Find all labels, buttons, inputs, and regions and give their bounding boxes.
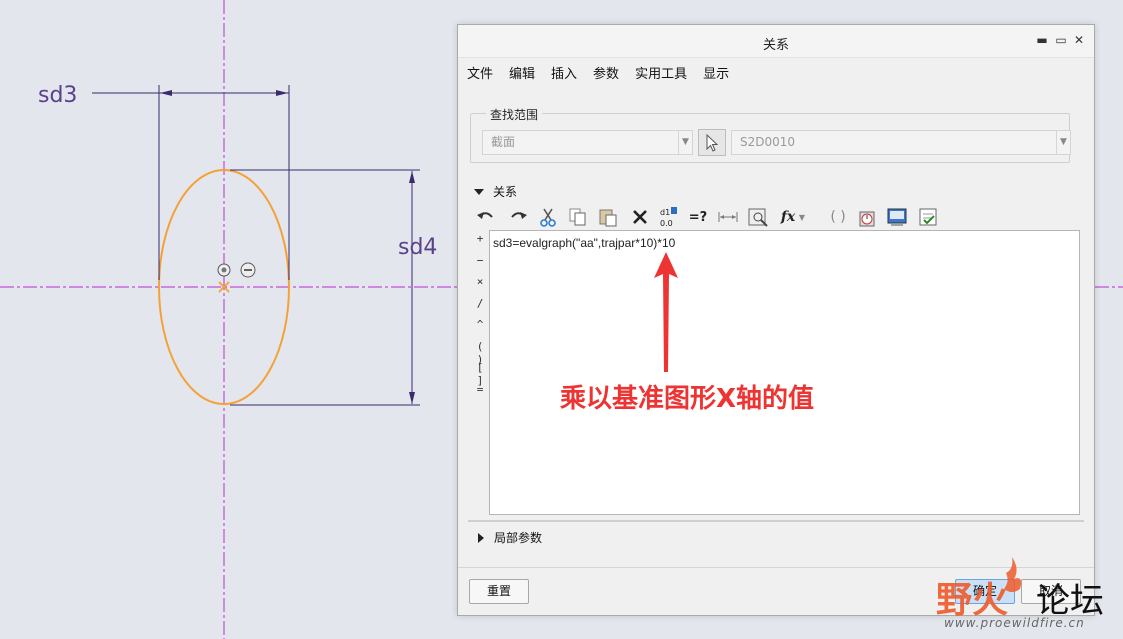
watermark-text-secondary: 论坛	[1036, 581, 1104, 621]
delete-icon[interactable]	[628, 205, 652, 229]
local-params-section-header[interactable]: 局部参数	[478, 529, 542, 546]
menu-utilities[interactable]: 实用工具	[635, 63, 687, 82]
svg-text:d1: d1	[660, 208, 670, 217]
concentric-constraint-icon[interactable]	[217, 263, 231, 277]
operator-minus[interactable]: −	[472, 254, 488, 276]
dialog-titlebar[interactable]: 关系 ▬ ▭ ✕	[458, 25, 1094, 58]
relations-editor[interactable]: sd3=evalgraph("aa",trajpar*10)*10	[489, 230, 1080, 515]
relations-section-label: 关系	[493, 185, 518, 199]
copy-icon[interactable]	[566, 205, 590, 229]
verify-icon[interactable]	[916, 205, 940, 229]
scope-object-value: S2D0010	[740, 135, 796, 149]
operator-divide[interactable]: /	[472, 297, 488, 319]
operator-multiply[interactable]: ×	[472, 275, 488, 297]
menu-display[interactable]: 显示	[703, 63, 729, 82]
section-divider	[468, 520, 1084, 522]
execute-icon[interactable]	[886, 205, 910, 229]
insert-dimension-icon[interactable]	[716, 205, 740, 229]
operator-parentheses[interactable]: ( )	[472, 340, 488, 366]
operator-palette: + − × / ^ ( ) [ ] =	[472, 232, 488, 404]
relations-section-header[interactable]: 关系	[474, 183, 517, 200]
menu-parameters[interactable]: 参数	[593, 63, 619, 82]
svg-text:0.0: 0.0	[660, 219, 673, 228]
local-params-label: 局部参数	[494, 531, 543, 545]
sd3-arrow-right	[276, 90, 288, 96]
insert-parameter-icon[interactable]: ( )	[826, 205, 850, 229]
annotation-text: 乘以基准图形X轴的值	[560, 384, 815, 414]
maximize-icon[interactable]: ▭	[1054, 33, 1068, 47]
switch-display-icon[interactable]: d1 0.0	[656, 205, 680, 229]
minimize-icon[interactable]: ▬	[1035, 33, 1049, 47]
sd3-dimension-label[interactable]: sd3	[38, 83, 77, 108]
operator-plus[interactable]: +	[472, 232, 488, 254]
watermark-url: www.proewildfire.cn	[944, 616, 1085, 630]
chevron-down-icon[interactable]: ▼	[1056, 131, 1070, 154]
sd3-arrow-left	[160, 90, 172, 96]
reset-button[interactable]: 重置	[469, 579, 529, 604]
scope-type-dropdown[interactable]: 截面 ▼	[482, 130, 693, 155]
horizontal-constraint-icon[interactable]	[240, 262, 256, 278]
cut-icon[interactable]	[536, 205, 560, 229]
collapse-triangle-icon	[474, 188, 484, 195]
operator-power[interactable]: ^	[472, 318, 488, 340]
relation-line[interactable]: sd3=evalgraph("aa",trajpar*10)*10	[493, 236, 675, 250]
select-pointer-button[interactable]	[698, 129, 726, 156]
scope-object-dropdown[interactable]: S2D0010 ▼	[731, 130, 1071, 155]
expand-triangle-icon	[478, 532, 484, 543]
sd4-arrow-bottom	[409, 392, 415, 404]
menu-insert[interactable]: 插入	[551, 63, 577, 82]
paste-icon[interactable]	[596, 205, 620, 229]
sort-icon[interactable]	[856, 205, 880, 229]
show-units-icon[interactable]	[746, 205, 770, 229]
menu-bar: 文件 编辑 插入 参数 实用工具 显示	[458, 58, 1094, 86]
dialog-title: 关系	[762, 38, 789, 53]
scope-type-value: 截面	[491, 135, 516, 149]
sd4-arrow-top	[409, 171, 415, 183]
chevron-down-icon[interactable]: ▼	[796, 205, 808, 229]
undo-icon[interactable]	[474, 205, 498, 229]
watermark-logo: 野火 论坛 www.proewildfire.cn	[930, 555, 1120, 635]
sd4-dimension-label[interactable]: sd4	[398, 235, 437, 260]
redo-icon[interactable]	[506, 205, 530, 229]
search-scope-label: 查找范围	[486, 106, 543, 123]
relations-dialog: 关系 ▬ ▭ ✕ 文件 编辑 插入 参数 实用工具 显示 查找范围 截面 ▼ S…	[457, 24, 1095, 616]
evaluate-icon[interactable]: =?	[686, 205, 710, 229]
menu-edit[interactable]: 编辑	[509, 63, 535, 82]
operator-equals[interactable]: =	[472, 383, 488, 405]
close-icon[interactable]: ✕	[1072, 33, 1086, 47]
cursor-arrow-icon	[706, 133, 719, 152]
menu-file[interactable]: 文件	[467, 63, 493, 82]
chevron-down-icon[interactable]: ▼	[678, 131, 692, 154]
operator-brackets[interactable]: [ ]	[472, 361, 488, 387]
annotation-arrow	[654, 252, 678, 372]
